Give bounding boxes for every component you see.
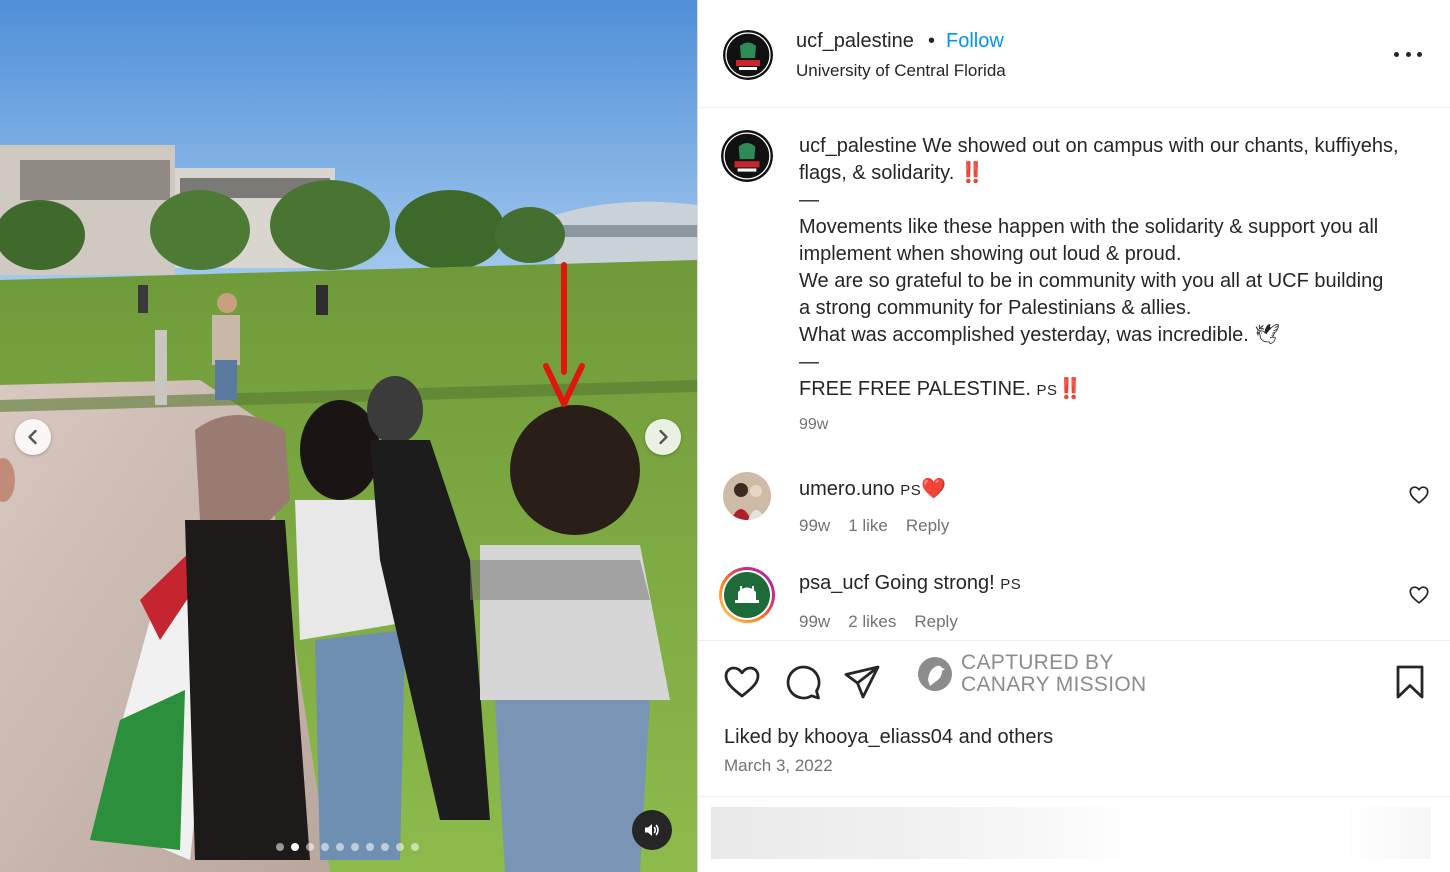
canary-logo-icon [918, 657, 952, 691]
carousel-dot-active [291, 843, 299, 851]
caption-separator: — [799, 189, 819, 211]
post-location[interactable]: University of Central Florida [796, 61, 1006, 81]
author-avatar[interactable] [723, 30, 773, 80]
liked-by-text: Liked by khooya_eliass04 and others [724, 726, 1053, 749]
caption-separator: — [799, 351, 819, 373]
heart-icon[interactable] [722, 662, 762, 702]
post-date[interactable]: March 3, 2022 [724, 756, 833, 776]
carousel-dot [381, 843, 389, 851]
bookmark-icon[interactable] [1390, 662, 1430, 702]
carousel-dot [306, 843, 314, 851]
comment-username[interactable]: psa_ucf [799, 572, 869, 594]
canary-mission-watermark: CAPTURED BY CANARY MISSION [917, 652, 1146, 696]
add-comment-area [698, 796, 1450, 872]
commenter-avatar[interactable] [718, 566, 776, 624]
comment-item: psa_ucf Going strong! PS 99w 2 likes Rep… [698, 566, 1450, 646]
carousel-dot [276, 843, 284, 851]
chevron-left-icon [28, 429, 37, 445]
speaker-icon [645, 824, 659, 836]
post-header: ucf_palestine • Follow University of Cen… [698, 0, 1450, 108]
reply-button[interactable]: Reply [914, 612, 957, 632]
caption-username[interactable]: ucf_palestine [799, 135, 917, 157]
post-photo [0, 0, 697, 872]
carousel-dot [396, 843, 404, 851]
comment-like-count[interactable]: 2 likes [848, 612, 896, 632]
carousel-indicator [276, 843, 419, 851]
liked-by-others[interactable]: others [998, 726, 1054, 748]
add-comment-input[interactable] [711, 807, 1431, 859]
liked-by-user[interactable]: khooya_eliass04 [804, 726, 953, 748]
flag-emoji: PS [1000, 576, 1022, 593]
commenter-avatar[interactable] [723, 472, 771, 520]
post-media[interactable] [0, 0, 697, 872]
previous-slide-button[interactable] [15, 419, 51, 455]
header-separator: • [928, 30, 936, 52]
carousel-dot [351, 843, 359, 851]
carousel-dot [321, 843, 329, 851]
author-username[interactable]: ucf_palestine [796, 30, 914, 53]
heart-emoji: ❤️ [921, 478, 947, 500]
share-icon[interactable] [842, 662, 882, 702]
post-caption: ucf_palestine We showed out on campus wi… [799, 133, 1399, 404]
more-options-button[interactable] [1394, 44, 1422, 64]
caption-line: What was accomplished yesterday, was inc… [799, 324, 1280, 346]
more-icon [1394, 51, 1399, 57]
watermark-line: CANARY MISSION [961, 673, 1147, 696]
caption-line: We are so grateful to be in community wi… [799, 270, 1384, 319]
caption-author-avatar[interactable] [721, 130, 773, 182]
comment-text: Going strong! [869, 572, 1001, 594]
comment-icon[interactable] [783, 662, 823, 702]
comment-item: umero.uno PS❤️ 99w 1 like Reply [698, 470, 1450, 550]
comment-username[interactable]: umero.uno [799, 478, 895, 500]
caption-line: FREE FREE PALESTINE. [799, 378, 1037, 400]
caption-emoji: ‼️ [1057, 378, 1083, 400]
carousel-dot [411, 843, 419, 851]
watermark-line: CAPTURED BY [961, 651, 1114, 674]
follow-button[interactable]: Follow [946, 30, 1004, 53]
liked-by-prefix: Liked by [724, 726, 805, 748]
post-panel: ucf_palestine • Follow University of Cen… [697, 0, 1450, 872]
chevron-right-icon [659, 429, 668, 445]
flag-emoji: PS [900, 482, 922, 499]
carousel-dot [366, 843, 374, 851]
next-slide-button[interactable] [645, 419, 681, 455]
comment-timestamp[interactable]: 99w [799, 516, 830, 536]
flag-emoji: PS [1036, 382, 1058, 399]
like-comment-heart-icon[interactable] [1408, 584, 1430, 606]
like-comment-heart-icon[interactable] [1408, 484, 1430, 506]
comment-timestamp[interactable]: 99w [799, 612, 830, 632]
liked-by-middle: and [953, 726, 998, 748]
post-action-bar: CAPTURED BY CANARY MISSION [698, 640, 1450, 718]
caption-line: Movements like these happen with the sol… [799, 216, 1379, 265]
reply-button[interactable]: Reply [906, 516, 949, 536]
comment-like-count[interactable]: 1 like [848, 516, 888, 536]
audio-toggle-button[interactable] [632, 810, 672, 850]
caption-timestamp[interactable]: 99w [799, 416, 828, 434]
carousel-dot [336, 843, 344, 851]
